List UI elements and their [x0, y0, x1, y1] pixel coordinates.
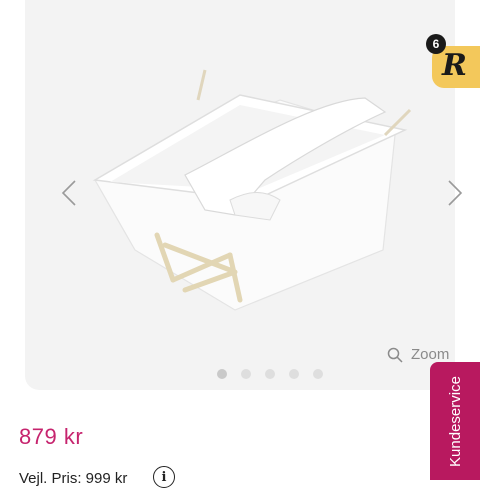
- product-image[interactable]: [65, 40, 435, 330]
- carousel-dot[interactable]: [289, 369, 299, 379]
- carousel-dots: [217, 369, 323, 379]
- zoom-label: Zoom: [411, 346, 450, 363]
- magnifier-icon: [387, 347, 403, 363]
- chevron-right-icon: [448, 180, 463, 206]
- carousel-dot[interactable]: [265, 369, 275, 379]
- previous-image-button[interactable]: [57, 176, 81, 210]
- rewards-logo-icon: R: [442, 48, 467, 83]
- product-image-gallery[interactable]: Zoom: [25, 0, 463, 390]
- customer-service-button[interactable]: Kundeservice: [430, 362, 480, 480]
- recommended-price: Vejl. Pris: 999 kr: [19, 470, 128, 487]
- chevron-left-icon: [61, 180, 76, 206]
- carousel-dot[interactable]: [217, 369, 227, 379]
- rewards-badge[interactable]: R 6: [426, 34, 480, 88]
- product-price: 879 kr: [19, 424, 84, 449]
- next-image-button[interactable]: [443, 176, 467, 210]
- rewards-count-badge: 6: [426, 34, 446, 54]
- carousel-dot[interactable]: [241, 369, 251, 379]
- info-icon[interactable]: i: [153, 466, 175, 488]
- customer-service-label: Kundeservice: [446, 375, 464, 467]
- zoom-button[interactable]: Zoom: [387, 346, 449, 363]
- carousel-dot[interactable]: [313, 369, 323, 379]
